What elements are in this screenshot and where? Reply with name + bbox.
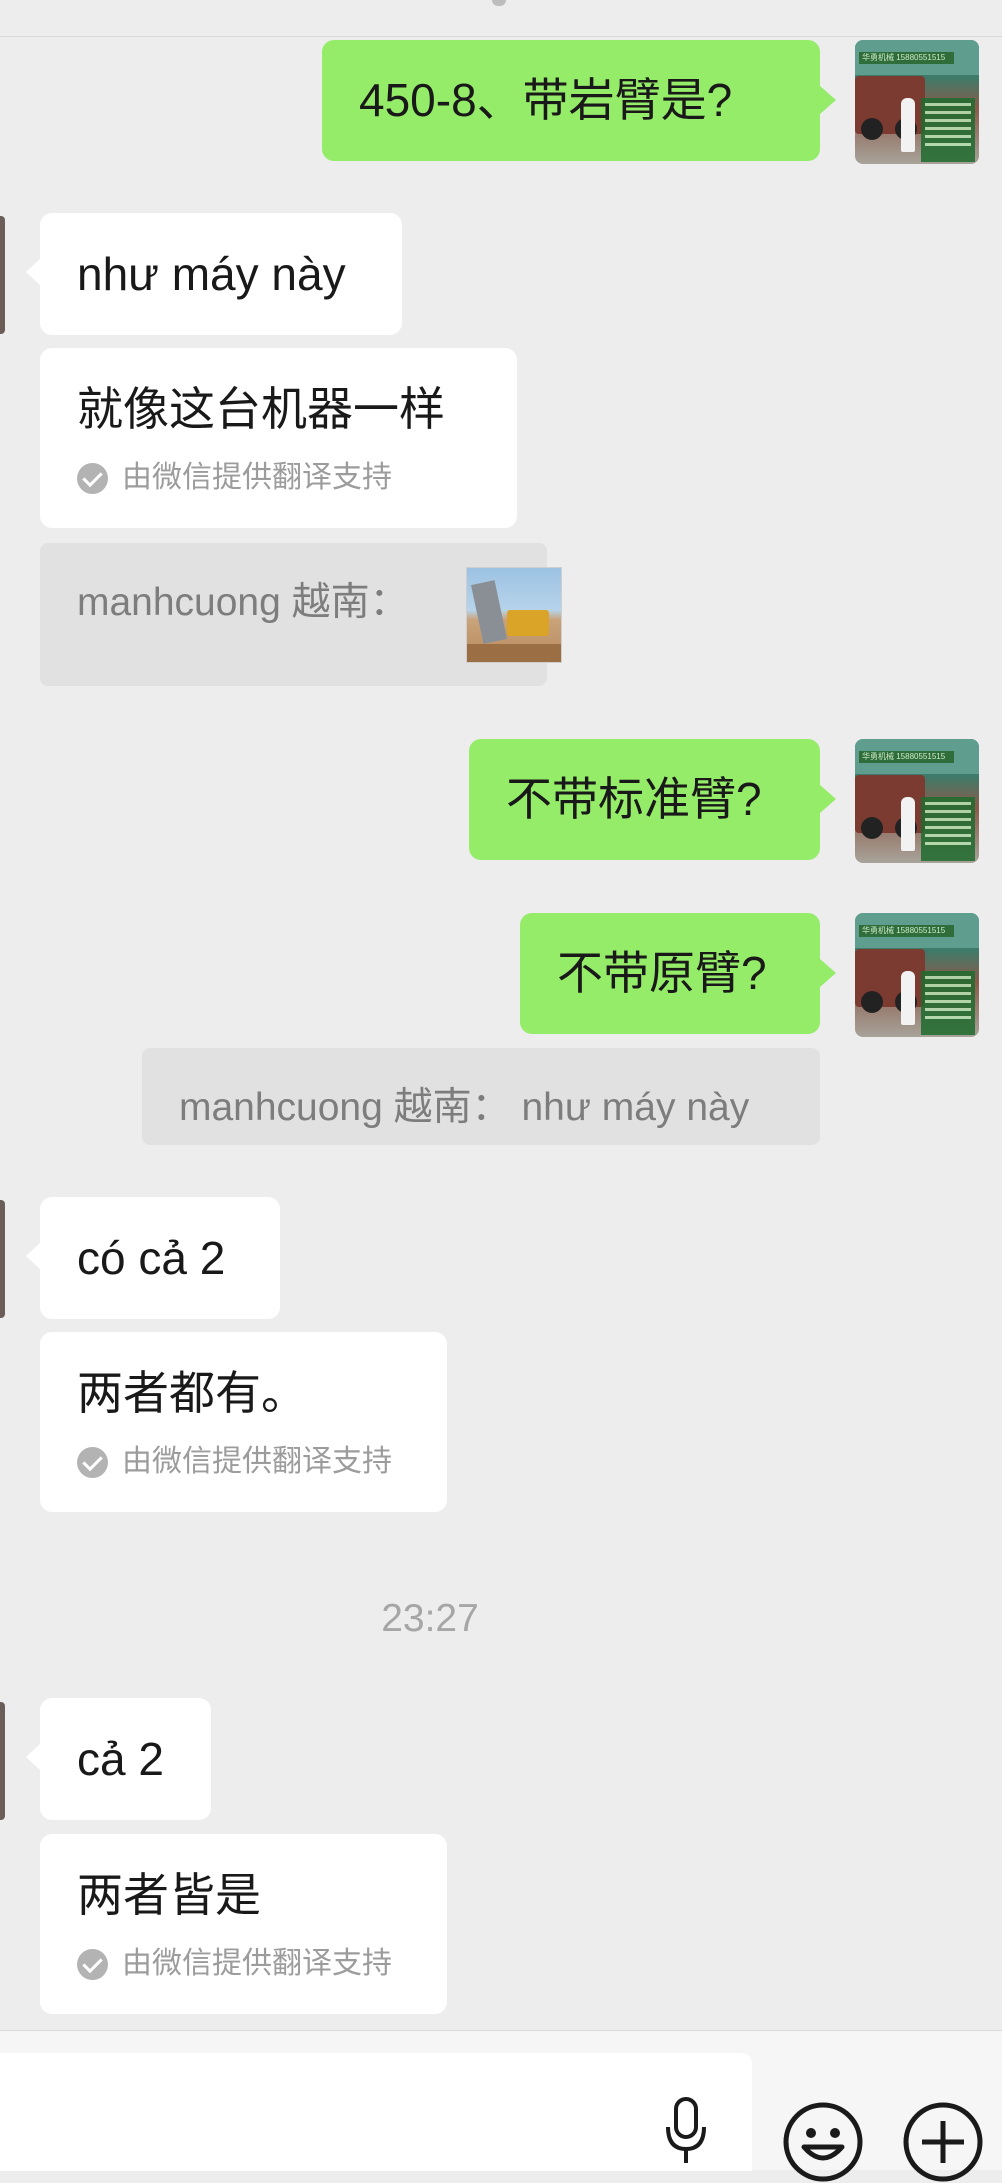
message-text: 不带原臂? [557, 947, 767, 999]
chat-area: 450-8、带岩臂是? 华勇机械 15880551515 như máy này… [0, 0, 1002, 2030]
translation-text: 两者皆是 [77, 1869, 261, 1921]
timestamp: 23:27 [381, 1597, 479, 1640]
message-text: 不带标准臂? [506, 773, 762, 825]
avatar-contact-edge[interactable] [0, 1702, 5, 1820]
translation-text: 两者都有。 [77, 1367, 307, 1419]
message-text: 450-8、带岩臂是? [359, 74, 733, 126]
message-input[interactable] [0, 2053, 752, 2171]
plus-circle-icon[interactable] [902, 2101, 984, 2183]
avatar-self[interactable]: 华勇机械 15880551515 [855, 40, 979, 164]
translation-credit: 由微信提供翻译支持 [77, 461, 392, 495]
translation-bubble[interactable]: 就像这台机器一样 由微信提供翻译支持 [40, 348, 517, 528]
message-text: như máy này [77, 248, 346, 300]
translation-bubble[interactable]: 两者皆是 由微信提供翻译支持 [40, 1834, 447, 2014]
translation-credit: 由微信提供翻译支持 [77, 1947, 392, 1981]
top-edge-indicator [492, 0, 506, 6]
quoted-message[interactable]: manhcuong 越南： [40, 543, 562, 686]
translation-text: 就像这台机器一样 [77, 383, 445, 435]
quote-text: manhcuong 越南： như máy này [179, 1086, 750, 1129]
check-circle-icon [77, 462, 108, 494]
input-bar [0, 2030, 1002, 2182]
quoted-message[interactable]: manhcuong 越南： như máy này [142, 1048, 820, 1145]
message-bubble-incoming[interactable]: có cả 2 [26, 1197, 280, 1319]
translation-credit: 由微信提供翻译支持 [77, 1445, 392, 1479]
quote-text: manhcuong 越南： [77, 581, 409, 624]
check-circle-icon [77, 1948, 108, 1980]
message-text: cả 2 [77, 1733, 164, 1785]
message-bubble-outgoing[interactable]: 450-8、带岩臂是? [322, 40, 836, 161]
message-bubble-outgoing[interactable]: 不带标准臂? [469, 739, 836, 860]
avatar-self[interactable]: 华勇机械 15880551515 [855, 739, 979, 863]
translation-bubble[interactable]: 两者都有。 由微信提供翻译支持 [40, 1332, 447, 1512]
message-bubble-incoming[interactable]: cả 2 [26, 1698, 211, 1820]
top-divider [0, 36, 1002, 37]
avatar-contact-edge[interactable] [0, 216, 5, 334]
microphone-icon[interactable] [664, 2097, 708, 2169]
quoted-image-thumbnail[interactable] [466, 567, 562, 663]
avatar-self[interactable]: 华勇机械 15880551515 [855, 913, 979, 1037]
message-bubble-incoming[interactable]: như máy này [26, 213, 402, 335]
message-bubble-outgoing[interactable]: 不带原臂? [520, 913, 836, 1034]
avatar-contact-edge[interactable] [0, 1200, 5, 1318]
check-circle-icon [77, 1446, 108, 1478]
smiley-face-icon[interactable] [782, 2101, 864, 2183]
message-text: có cả 2 [77, 1232, 226, 1284]
